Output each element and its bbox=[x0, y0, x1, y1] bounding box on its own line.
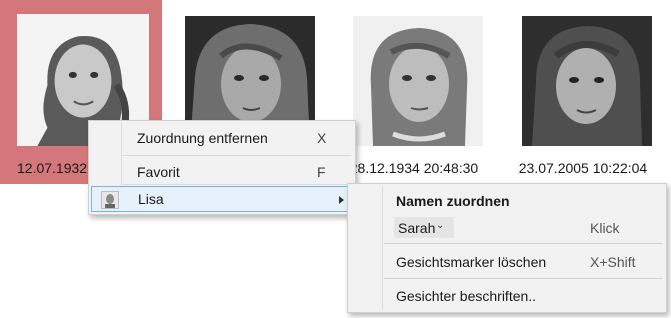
name-dropdown-hint: Klick bbox=[590, 220, 620, 236]
menu-item-remove-assignment[interactable]: Zuordnung entfernen X bbox=[91, 125, 353, 151]
photo-caption-4: 23.07.2005 10:22:04 bbox=[518, 160, 648, 176]
menu-item-shortcut: F bbox=[317, 164, 326, 180]
face-photo-3 bbox=[353, 16, 483, 146]
name-dropdown-value: Sarah bbox=[398, 220, 436, 236]
photo-caption-3: 28.12.1934 20:48:30 bbox=[349, 160, 479, 176]
submenu-item-label: Gesichter beschriften.. bbox=[396, 288, 537, 304]
chevron-down-icon: ⌄ bbox=[436, 220, 445, 231]
menu-item-shortcut: X bbox=[317, 130, 327, 146]
photo-tile-4[interactable]: 23.07.2005 10:22:04 bbox=[502, 0, 664, 184]
menu-separator bbox=[123, 184, 351, 185]
face-photo-4 bbox=[522, 16, 652, 146]
submenu-header: Namen zuordnen bbox=[350, 188, 664, 214]
menu-item-label: Zuordnung entfernen bbox=[137, 130, 268, 146]
submenu-header-label: Namen zuordnen bbox=[396, 193, 510, 209]
menu-separator bbox=[384, 278, 662, 279]
menu-item-label: Lisa bbox=[138, 191, 164, 207]
submenu-item-label-faces[interactable]: Gesichter beschriften.. bbox=[350, 283, 664, 309]
person-thumbnail-icon bbox=[101, 191, 119, 209]
submenu-item-assign-name[interactable]: Sarah ⌄ Klick bbox=[350, 215, 664, 241]
name-dropdown[interactable]: Sarah ⌄ bbox=[394, 217, 454, 238]
submenu-item-label: Gesichtsmarker löschen bbox=[396, 254, 547, 270]
person-submenu: Namen zuordnen Sarah ⌄ Klick Gesichtsmar… bbox=[347, 183, 667, 313]
submenu-item-delete-face-marker[interactable]: Gesichtsmarker löschen X+Shift bbox=[350, 249, 664, 275]
photo-tile-3[interactable]: 28.12.1934 20:48:30 bbox=[333, 0, 495, 184]
menu-item-label: Favorit bbox=[137, 164, 180, 180]
menu-separator bbox=[384, 243, 662, 244]
context-menu: Zuordnung entfernen X Favorit F Lisa bbox=[88, 120, 356, 215]
chevron-right-icon bbox=[339, 196, 344, 204]
submenu-item-shortcut: X+Shift bbox=[590, 254, 636, 270]
menu-item-favorite[interactable]: Favorit F bbox=[91, 159, 353, 185]
menu-separator bbox=[123, 155, 351, 156]
menu-item-person-lisa[interactable]: Lisa bbox=[91, 186, 353, 212]
